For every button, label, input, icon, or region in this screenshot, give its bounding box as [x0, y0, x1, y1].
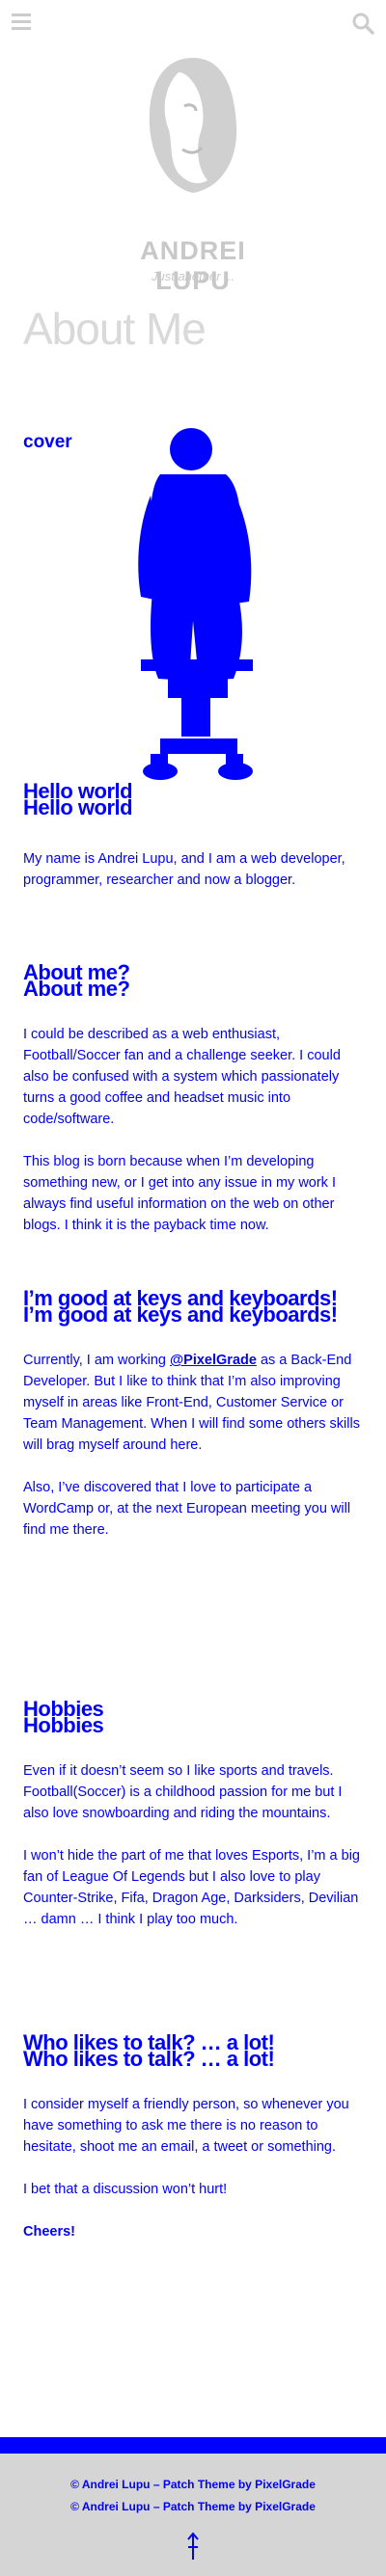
paragraph: I bet that a discussion won’t hurt!: [23, 2182, 228, 2197]
paragraph: Currently, I am working @PixelGrade as a…: [23, 1350, 363, 1456]
section-hobbies: Hobbies Hobbies Even if it doesn’t seem …: [23, 1699, 363, 1930]
paragraph: Also, I’ve discovered that I love to par…: [23, 1480, 351, 1538]
site-footer: © Andrei Lupu – Patch Theme by PixelGrad…: [0, 2437, 386, 2576]
page-title: About Me: [23, 304, 207, 354]
paragraph: Even if it doesn’t seem so I like sports…: [23, 1763, 343, 1821]
paragraph: I could be described as a web enthusiast…: [23, 1027, 341, 1127]
site-description: Just another ...: [152, 269, 234, 283]
paragraph: I won’t hide the part of me that loves E…: [23, 1848, 360, 1927]
search-icon[interactable]: [351, 12, 374, 35]
section-hello-world: Hello world Hello world My name is Andre…: [23, 781, 363, 891]
paragraph-text: Currently, I am working @PixelGrade as a…: [23, 1353, 360, 1453]
logo-portrait-icon: [149, 58, 237, 193]
hamburger-menu-icon[interactable]: [12, 13, 31, 31]
top-bar: [0, 0, 386, 48]
site-title[interactable]: ANDREI LUPU: [116, 236, 270, 296]
section-heading-shadow: Who likes to talk? … a lot!: [23, 2047, 275, 2071]
arrow-up-icon[interactable]: [186, 2531, 200, 2563]
paragraph: This blog is born because when I’m devel…: [23, 1154, 336, 1233]
paragraph: I consider myself a friendly person, so …: [23, 2097, 349, 2155]
closing-text: Cheers!: [23, 2224, 75, 2240]
section-heading-shadow: About me?: [23, 977, 130, 1001]
paragraph: My name is Andrei Lupu, and I am a web d…: [23, 851, 345, 888]
section-talk: Who likes to talk? … a lot! Who likes to…: [23, 2032, 363, 2242]
section-about-me: About me? About me? I could be described…: [23, 962, 363, 1236]
footer-credit-shadow: © Andrei Lupu – Patch Theme by PixelGrad…: [70, 2500, 316, 2513]
section-heading-shadow: Hobbies: [23, 1713, 104, 1737]
cover-image-alt-text: cover: [23, 432, 72, 452]
footer-credit[interactable]: © Andrei Lupu – Patch Theme by PixelGrad…: [0, 2478, 386, 2491]
site-logo[interactable]: ANDREI LUPU Just another ...: [116, 53, 270, 295]
section-heading-shadow: I’m good at keys and keyboards!: [23, 1302, 338, 1327]
section-heading-shadow: Hello world: [23, 795, 133, 819]
cover-image: [138, 428, 253, 780]
pixelgrade-link[interactable]: @PixelGrade: [170, 1353, 257, 1368]
footer-area: © Andrei Lupu – Patch Theme by PixelGrad…: [0, 2454, 386, 2576]
section-keys-keyboards: I’m good at keys and keyboards! I’m good…: [23, 1288, 363, 1541]
